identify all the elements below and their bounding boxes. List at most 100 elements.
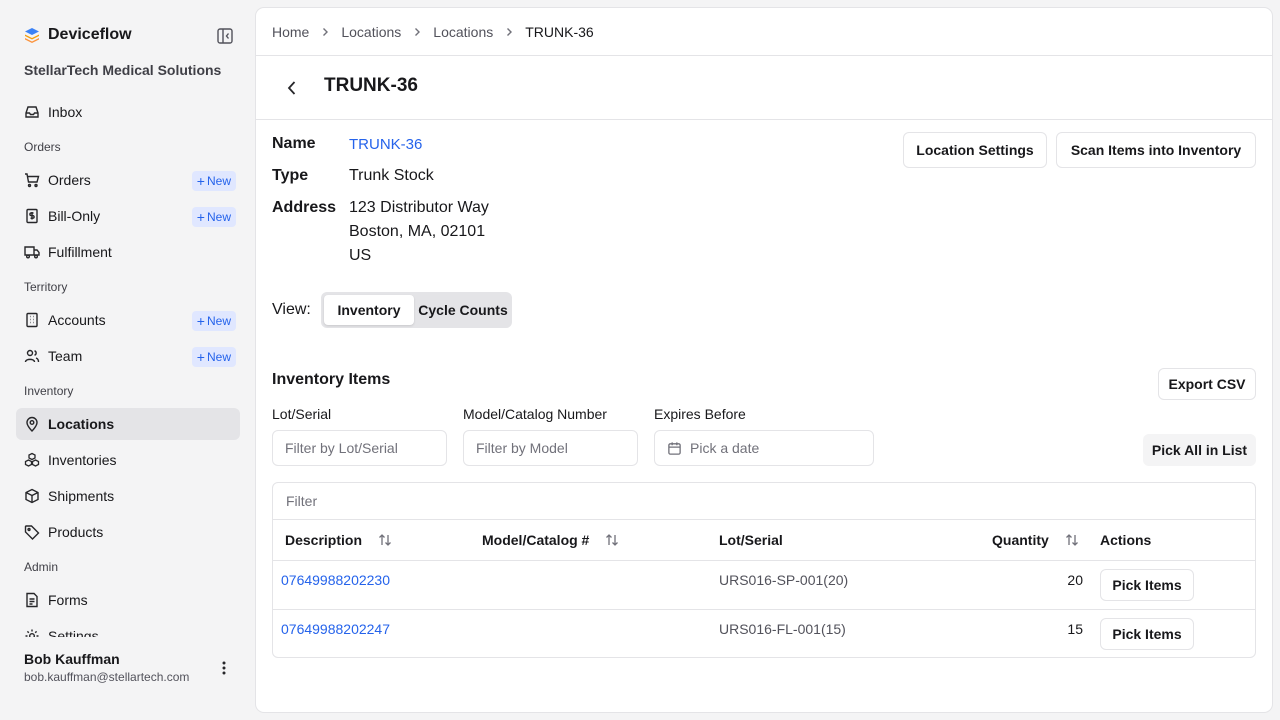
sidebar-item-locations[interactable]: Locations xyxy=(16,408,240,440)
more-vertical-icon[interactable] xyxy=(216,659,232,677)
page-title: TRUNK-36 xyxy=(324,75,418,96)
sidebar-item-label: Products xyxy=(48,524,104,540)
sidebar-item-bill-only[interactable]: Bill-Only + New xyxy=(16,200,240,232)
model-filter-input[interactable]: Filter by Model xyxy=(463,430,638,466)
cart-icon xyxy=(24,172,40,188)
sidebar-item-label: Shipments xyxy=(48,488,115,504)
sidebar-item-label: Orders xyxy=(48,172,91,188)
column-header-quantity[interactable]: Quantity xyxy=(992,520,1079,560)
scan-items-button[interactable]: Scan Items into Inventory xyxy=(1056,132,1256,168)
column-header-actions: Actions xyxy=(1100,532,1152,548)
item-description-link[interactable]: 07649988202230 xyxy=(281,572,390,588)
export-csv-button[interactable]: Export CSV xyxy=(1158,368,1256,400)
sidebar-item-settings[interactable]: Settings xyxy=(16,620,240,637)
column-header-description[interactable]: Description xyxy=(285,520,392,560)
view-toggle: Inventory Cycle Counts xyxy=(321,292,512,328)
column-header-model[interactable]: Model/Catalog # xyxy=(482,520,619,560)
nav-group-admin: Admin xyxy=(24,560,59,574)
expires-date-picker[interactable]: Pick a date xyxy=(654,430,874,466)
building-icon xyxy=(24,312,40,328)
lot-serial-filter-input[interactable]: Filter by Lot/Serial xyxy=(272,430,447,466)
location-settings-button[interactable]: Location Settings xyxy=(903,132,1047,168)
lot-serial-label: Lot/Serial xyxy=(272,406,332,422)
address-value: 123 Distributor Way Boston, MA, 02101 US xyxy=(349,196,489,268)
divider xyxy=(256,55,1272,56)
chevron-left-icon xyxy=(287,81,296,95)
address-line-3: US xyxy=(349,247,372,264)
users-icon xyxy=(24,348,40,364)
sidebar-collapse-icon[interactable] xyxy=(216,27,234,45)
arrow-up-down-icon xyxy=(605,533,619,547)
tab-cycle-counts[interactable]: Cycle Counts xyxy=(417,295,509,325)
table-row: 07649988202230 URS016-SP-001(20) 20 Pick… xyxy=(273,560,1255,609)
sidebar-item-products[interactable]: Products xyxy=(16,516,240,548)
tag-icon xyxy=(24,524,40,540)
model-catalog-label: Model/Catalog Number xyxy=(463,406,607,422)
user-profile[interactable]: Bob Kauffman bob.kauffman@stellartech.co… xyxy=(24,651,189,684)
sidebar-item-label: Inventories xyxy=(48,452,117,468)
gear-icon xyxy=(24,628,40,637)
back-button[interactable] xyxy=(282,78,302,98)
tab-inventory[interactable]: Inventory xyxy=(324,295,414,325)
inbox-icon xyxy=(24,104,40,120)
chevron-right-icon xyxy=(413,27,421,37)
truck-icon xyxy=(24,244,40,260)
plus-icon: + xyxy=(196,313,205,329)
deviceflow-logo-icon xyxy=(24,27,40,43)
type-value: Trunk Stock xyxy=(349,167,434,184)
divider xyxy=(256,119,1272,120)
app-name: Deviceflow xyxy=(48,26,132,43)
name-value-link[interactable]: TRUNK-36 xyxy=(349,133,422,157)
pick-items-button[interactable]: Pick Items xyxy=(1100,569,1194,601)
name-label: Name xyxy=(272,135,316,152)
view-label: View: xyxy=(272,301,311,318)
sidebar-item-fulfillment[interactable]: Fulfillment xyxy=(16,236,240,268)
new-team-member-button[interactable]: + New xyxy=(191,347,236,367)
nav-group-inventory: Inventory xyxy=(24,384,74,398)
package-icon xyxy=(24,488,40,504)
column-header-lot-serial: Lot/Serial xyxy=(719,532,783,548)
sidebar-item-label: Settings xyxy=(48,628,99,637)
map-pin-icon xyxy=(24,416,40,432)
expires-before-label: Expires Before xyxy=(654,406,746,422)
sidebar-item-orders[interactable]: Orders + New xyxy=(16,164,240,196)
pick-items-button[interactable]: Pick Items xyxy=(1100,618,1194,650)
sidebar-item-accounts[interactable]: Accounts + New xyxy=(16,304,240,336)
nav-group-territory: Territory xyxy=(24,280,68,294)
breadcrumb: Home Locations Locations TRUNK-36 xyxy=(272,8,594,55)
sidebar-item-inventories[interactable]: Inventories xyxy=(16,444,240,476)
sidebar-item-inbox[interactable]: Inbox xyxy=(16,96,240,128)
new-account-button[interactable]: + New xyxy=(191,311,236,331)
address-line-2: Boston, MA, 02101 xyxy=(349,223,486,240)
breadcrumb-locations-list[interactable]: Locations xyxy=(433,24,493,40)
breadcrumb-home[interactable]: Home xyxy=(272,24,309,40)
sidebar-item-label: Team xyxy=(48,348,83,364)
sidebar-item-label: Locations xyxy=(48,416,115,432)
address-label: Address xyxy=(272,199,337,216)
inventory-items-title: Inventory Items xyxy=(272,371,391,388)
sidebar-item-team[interactable]: Team + New xyxy=(16,340,240,372)
breadcrumb-current: TRUNK-36 xyxy=(525,23,594,40)
item-lot-serial: URS016-SP-001(20) xyxy=(719,572,849,588)
breadcrumb-locations[interactable]: Locations xyxy=(341,24,401,40)
sidebar-item-label: Forms xyxy=(48,592,88,608)
plus-icon: + xyxy=(196,173,205,189)
sidebar-item-shipments[interactable]: Shipments xyxy=(16,480,240,512)
sidebar-item-forms[interactable]: Forms xyxy=(16,584,240,616)
item-quantity: 20 xyxy=(1067,572,1083,588)
brand[interactable]: Deviceflow xyxy=(24,26,132,44)
arrow-up-down-icon xyxy=(1065,533,1079,547)
item-lot-serial: URS016-FL-001(15) xyxy=(719,621,846,637)
new-bill-only-button[interactable]: + New xyxy=(191,207,236,227)
calendar-icon xyxy=(667,441,682,456)
table-filter-input[interactable]: Filter xyxy=(273,483,1255,520)
organization-name: StellarTech Medical Solutions xyxy=(24,62,222,78)
date-placeholder: Pick a date xyxy=(690,440,760,456)
pick-all-button[interactable]: Pick All in List xyxy=(1143,434,1256,466)
main-panel: Home Locations Locations TRUNK-36 TRUNK-… xyxy=(256,8,1272,712)
inventory-table: Filter Description Model/Catalog # Lot/S… xyxy=(272,482,1256,658)
chevron-right-icon xyxy=(505,27,513,37)
new-order-button[interactable]: + New xyxy=(191,171,236,191)
item-description-link[interactable]: 07649988202247 xyxy=(281,621,390,637)
arrow-up-down-icon xyxy=(378,533,392,547)
